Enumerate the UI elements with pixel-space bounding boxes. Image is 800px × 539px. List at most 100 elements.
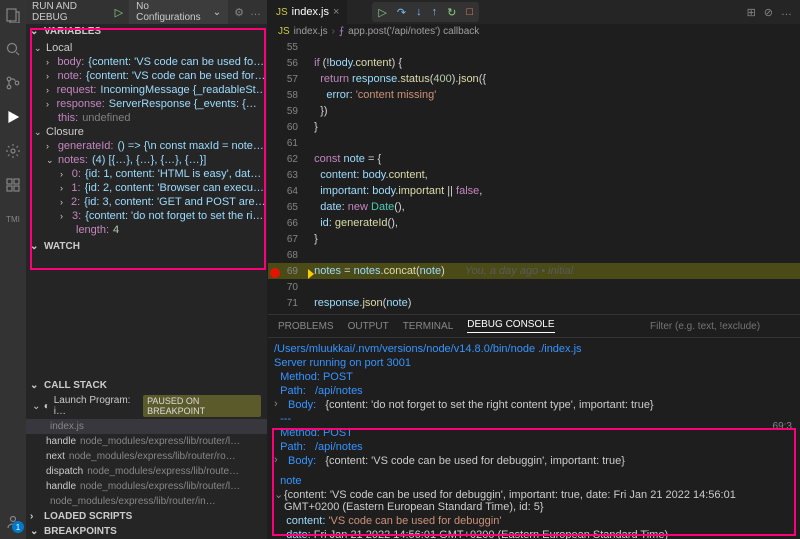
code-line[interactable]: 71 response.json(note) <box>268 295 800 311</box>
code-line[interactable]: 57 return response.status(400).json({ <box>268 71 800 87</box>
tab-index-js[interactable]: JS index.js × <box>268 0 348 24</box>
badge: 1 <box>12 521 24 533</box>
filter-input[interactable] <box>650 321 790 332</box>
variable-row[interactable]: this:undefined <box>26 111 267 125</box>
step-out-button[interactable]: ↑ <box>432 6 438 18</box>
variable-row[interactable]: ›0:{id: 1, content: 'HTML is easy', date… <box>26 167 267 181</box>
code-line[interactable]: 67 } <box>268 231 800 247</box>
callstack-frame[interactable]: index.js69:3 <box>26 419 267 434</box>
tab-output[interactable]: OUTPUT <box>348 321 389 332</box>
stop-button[interactable]: □ <box>466 6 473 18</box>
restart-button[interactable]: ↻ <box>447 6 456 19</box>
code-line[interactable]: 61 <box>268 135 800 151</box>
watch-panel: ⌄WATCH <box>26 239 267 254</box>
callstack-panel: ⌄CALL STACK ⌄ ◐ Launch Program: i… PAUSE… <box>26 378 267 509</box>
tab-label: index.js <box>292 6 329 18</box>
config-dropdown[interactable]: No Configurations ⌄ <box>129 0 228 25</box>
tmi-icon[interactable]: TMI <box>4 210 22 228</box>
breakpoints-header[interactable]: ⌄BREAKPOINTS <box>26 524 267 539</box>
more-icon[interactable]: … <box>781 6 792 19</box>
watch-header[interactable]: ⌄WATCH <box>26 239 267 254</box>
code-line[interactable]: 69 notes = notes.concat(note)You, a day … <box>268 263 800 279</box>
console-line: --- <box>274 412 794 426</box>
variable-row[interactable]: ›1:{id: 2, content: 'Browser can execute… <box>26 181 267 195</box>
gear-icon[interactable]: ⚙ <box>234 6 244 19</box>
step-into-button[interactable]: ↓ <box>416 6 422 18</box>
callstack-header[interactable]: ⌄CALL STACK <box>26 378 267 393</box>
variable-row[interactable]: ›response:ServerResponse {_events: {…}, … <box>26 97 267 111</box>
chevron-down-icon: ⌄ <box>30 380 40 391</box>
breadcrumb[interactable]: JS index.js › ⨍ app.post('/api/notes') c… <box>268 24 800 39</box>
extensions-icon[interactable] <box>4 176 22 194</box>
function-icon: ⨍ <box>339 26 344 37</box>
gear-icon[interactable] <box>4 142 22 160</box>
toggle-icon[interactable]: ⊘ <box>764 6 773 19</box>
callstack-frame[interactable]: nextnode_modules/express/lib/router/ro… <box>26 449 267 464</box>
variable-row[interactable]: ⌄notes:(4) [{…}, {…}, {…}, {…}] <box>26 153 267 167</box>
js-file-icon: JS <box>278 26 290 37</box>
variable-row[interactable]: ›generateId:() => {\n const maxId = note… <box>26 139 267 153</box>
code-editor[interactable]: 5556 if (!body.content) {57 return respo… <box>268 39 800 314</box>
breadcrumb-symbol: app.post('/api/notes') callback <box>348 26 479 37</box>
console-line: Method: POST <box>274 426 794 440</box>
callstack-program[interactable]: ⌄ ◐ Launch Program: i… PAUSED ON BREAKPO… <box>26 393 267 419</box>
callstack-frame[interactable]: node_modules/express/lib/router/in… <box>26 494 267 509</box>
code-line[interactable]: 58 error: 'content missing' <box>268 87 800 103</box>
variable-length[interactable]: length:4 <box>26 223 267 237</box>
variable-row[interactable]: ›request:IncomingMessage {_readableState… <box>26 83 267 97</box>
console-line[interactable]: ›Body: {content: 'do not forget to set t… <box>274 398 794 412</box>
code-line[interactable]: 66 id: generateId(), <box>268 215 800 231</box>
scope-closure[interactable]: ⌄Closure <box>26 125 267 139</box>
scope-local[interactable]: ⌄Local <box>26 41 267 55</box>
chevron-down-icon: ⌄ <box>274 488 284 514</box>
run-debug-icon[interactable] <box>4 108 22 126</box>
code-line[interactable]: 64 important: body.important || false, <box>268 183 800 199</box>
source-control-icon[interactable] <box>4 74 22 92</box>
chevron-right-icon: › <box>30 511 40 522</box>
console-line[interactable]: ›Body: {content: 'VS code can be used fo… <box>274 454 794 468</box>
code-line[interactable]: 60 } <box>268 119 800 135</box>
loaded-scripts-header[interactable]: ›LOADED SCRIPTS <box>26 509 267 524</box>
debug-header: RUN AND DEBUG ▷ No Configurations ⌄ ⚙ … <box>26 0 267 24</box>
tabbar: JS index.js × ▷ ↷ ↓ ↑ ↻ □ ⊞ ⊘ … <box>268 0 800 24</box>
start-debug-icon[interactable]: ▷ <box>115 6 123 19</box>
close-icon[interactable]: × <box>333 6 339 18</box>
accounts-icon[interactable]: 1 <box>4 513 22 531</box>
step-over-button[interactable]: ↷ <box>397 6 406 19</box>
code-line[interactable]: 55 <box>268 39 800 55</box>
variables-panel: ⌄VARIABLES ⌄Local ›body:{content: 'VS co… <box>26 24 267 239</box>
code-line[interactable]: 56 if (!body.content) { <box>268 55 800 71</box>
console-prop: date: Fri Jan 21 2022 14:56:01 GMT+0200 … <box>274 528 794 539</box>
run-debug-title: RUN AND DEBUG <box>32 1 109 23</box>
code-line[interactable]: 70 <box>268 279 800 295</box>
console-object[interactable]: ⌄{content: 'VS code can be used for debu… <box>274 488 794 514</box>
debug-console[interactable]: /Users/mluukkai/.nvm/versions/node/v14.8… <box>268 338 800 539</box>
more-icon[interactable]: … <box>250 6 261 18</box>
variable-row[interactable]: ›note:{content: 'VS code can be used for… <box>26 69 267 83</box>
chevron-right-icon: › <box>274 454 288 468</box>
code-line[interactable]: 68 <box>268 247 800 263</box>
code-line[interactable]: 62 const note = { <box>268 151 800 167</box>
tab-debug-console[interactable]: DEBUG CONSOLE <box>467 319 554 333</box>
js-file-icon: JS <box>276 7 288 18</box>
continue-button[interactable]: ▷ <box>378 6 386 19</box>
code-line[interactable]: 59 }) <box>268 103 800 119</box>
code-line[interactable]: 65 date: new Date(), <box>268 199 800 215</box>
split-editor-icon[interactable]: ⊞ <box>747 6 756 19</box>
code-line[interactable]: 72}) <box>268 311 800 314</box>
search-icon[interactable] <box>4 40 22 58</box>
variable-row[interactable]: ›3:{content: 'do not forget to set the r… <box>26 209 267 223</box>
variable-row[interactable]: ›body:{content: 'VS code can be used for… <box>26 55 267 69</box>
chevron-down-icon: ⌄ <box>30 241 40 252</box>
explorer-icon[interactable] <box>4 6 22 24</box>
callstack-frame[interactable]: handlenode_modules/express/lib/router/l… <box>26 479 267 494</box>
callstack-frame[interactable]: handlenode_modules/express/lib/router/l… <box>26 434 267 449</box>
variables-header[interactable]: ⌄VARIABLES <box>26 24 267 39</box>
code-line[interactable]: 63 content: body.content, <box>268 167 800 183</box>
callstack-frame[interactable]: dispatchnode_modules/express/lib/route… <box>26 464 267 479</box>
tab-problems[interactable]: PROBLEMS <box>278 321 334 332</box>
variable-row[interactable]: ›2:{id: 3, content: 'GET and POST are th… <box>26 195 267 209</box>
tab-terminal[interactable]: TERMINAL <box>403 321 454 332</box>
bottom-panel: PROBLEMS OUTPUT TERMINAL DEBUG CONSOLE /… <box>268 314 800 539</box>
chevron-right-icon: › <box>274 398 288 412</box>
